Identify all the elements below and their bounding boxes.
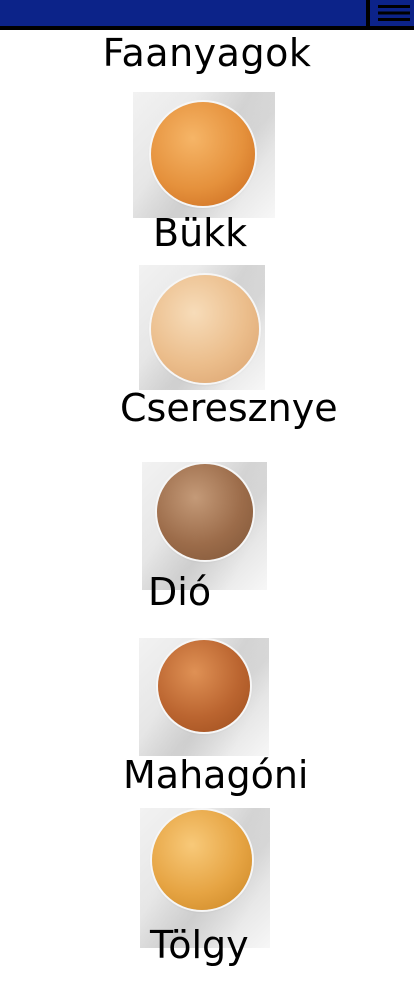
wood-item-bukk[interactable]: Bükk (0, 92, 414, 262)
wood-label-dio[interactable]: Dió (148, 569, 211, 615)
top-nav-bar (0, 0, 414, 30)
menu-button[interactable] (366, 0, 414, 26)
hamburger-menu-icon (378, 5, 410, 21)
wood-swatch-dio (157, 464, 253, 560)
wood-photo-mahagoni[interactable] (139, 638, 269, 756)
wood-label-bukk[interactable]: Bükk (153, 210, 247, 256)
page-title: Faanyagok (102, 31, 312, 75)
wood-label-cseresznye[interactable]: Cseresznye (120, 385, 338, 431)
wood-item-dio[interactable]: Dió (0, 462, 414, 622)
wood-photo-bukk[interactable] (133, 92, 275, 218)
wood-swatch-tolgy (152, 810, 252, 910)
wood-swatch-bukk (151, 102, 255, 206)
wood-item-cseresznye[interactable]: Cseresznye (0, 265, 414, 435)
wood-swatch-mahagoni (158, 640, 250, 732)
wood-swatch-cseresznye (151, 275, 259, 383)
wood-item-mahagoni[interactable]: Mahagóni (0, 638, 414, 808)
wood-label-mahagoni[interactable]: Mahagóni (123, 752, 308, 798)
wood-item-tolgy[interactable]: Tölgy (0, 808, 414, 978)
wood-photo-cseresznye[interactable] (139, 265, 265, 390)
wood-label-tolgy[interactable]: Tölgy (150, 922, 249, 968)
